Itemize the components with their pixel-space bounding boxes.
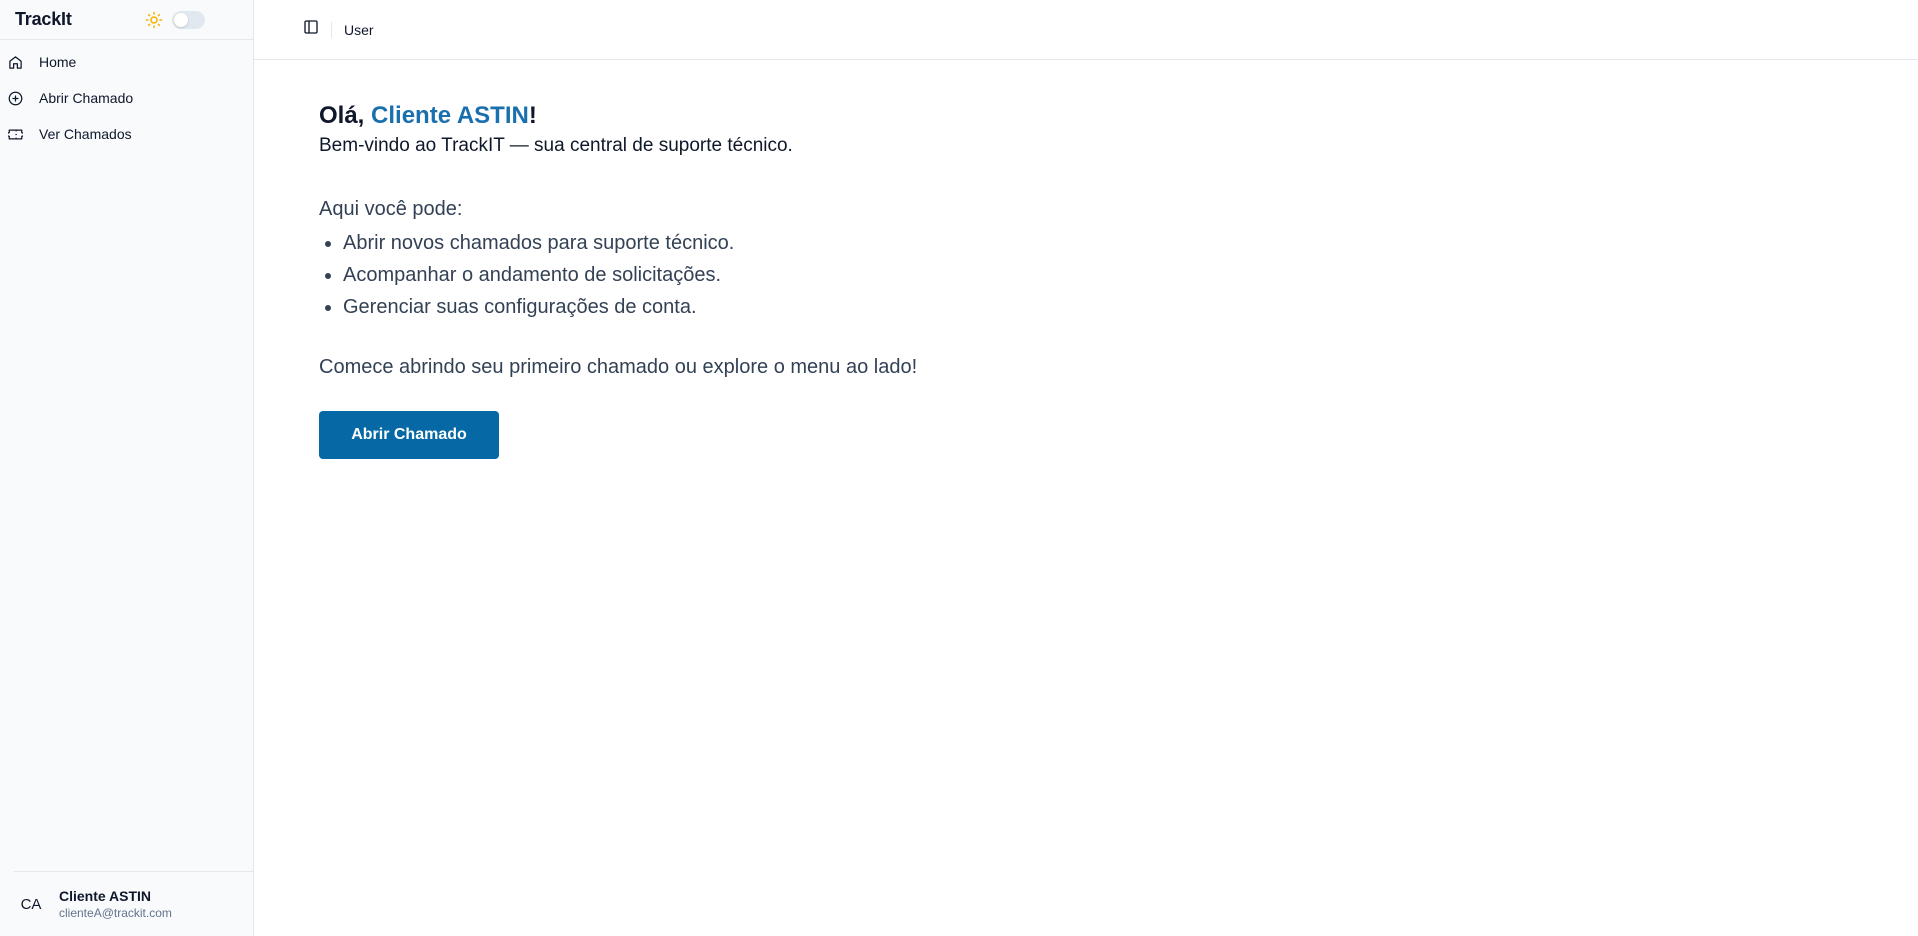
- ticket-icon: [7, 126, 23, 142]
- breadcrumb: User: [344, 21, 374, 38]
- sidebar-item-ver-chamados[interactable]: Ver Chamados: [0, 116, 253, 152]
- user-email: clienteA@trackit.com: [59, 906, 172, 920]
- cta-text: Comece abrindo seu primeiro chamado ou e…: [319, 356, 918, 378]
- list-item: Gerenciar suas configurações de conta.: [343, 291, 917, 323]
- sidebar-nav: Home Abrir Chamado Ver Chamados: [0, 40, 253, 152]
- user-info: Cliente ASTIN clienteA@trackit.com: [59, 887, 172, 921]
- home-icon: [7, 54, 23, 70]
- greeting-suffix: !: [528, 102, 537, 129]
- breadcrumb-separator: [331, 21, 332, 38]
- sidebar-toggle-button[interactable]: [299, 18, 323, 42]
- user-name: Cliente ASTIN: [59, 888, 152, 904]
- avatar: CA: [20, 895, 42, 913]
- features-intro: Aqui você pode:: [319, 198, 463, 220]
- theme-toggle-knob: [173, 12, 188, 27]
- plus-circle-icon: [7, 90, 23, 106]
- sun-icon: [144, 10, 164, 30]
- page-subtitle: Bem-vindo ao TrackIT — sua central de su…: [319, 135, 793, 156]
- top-bar: User: [254, 0, 1918, 60]
- features-list: Abrir novos chamados para suporte técnic…: [319, 227, 917, 323]
- app-root: TrackIt Home Abrir Chamado Ver Chamados …: [0, 0, 1918, 936]
- greeting-user-name: Cliente ASTIN: [371, 102, 529, 129]
- theme-controls: [144, 10, 205, 30]
- sidebar-item-label: Abrir Chamado: [39, 90, 134, 106]
- brand-logo[interactable]: TrackIt: [15, 9, 72, 30]
- page-title: Olá, Cliente ASTIN!: [319, 100, 917, 132]
- main-content: Olá, Cliente ASTIN! Bem-vindo ao TrackIT…: [319, 100, 917, 459]
- list-item: Abrir novos chamados para suporte técnic…: [343, 227, 917, 259]
- list-item: Acompanhar o andamento de solicitações.: [343, 259, 917, 291]
- sidebar-item-label: Home: [39, 54, 77, 70]
- abrir-chamado-button[interactable]: Abrir Chamado: [319, 411, 499, 459]
- theme-toggle[interactable]: [171, 10, 205, 29]
- panel-left-icon: [303, 19, 319, 40]
- sidebar-item-home[interactable]: Home: [0, 44, 253, 80]
- sidebar-item-abrir-chamado[interactable]: Abrir Chamado: [0, 80, 253, 116]
- user-menu[interactable]: CA Cliente ASTIN clienteA@trackit.com: [14, 871, 253, 936]
- sidebar: TrackIt Home Abrir Chamado Ver Chamados …: [0, 0, 254, 936]
- greeting-prefix: Olá,: [319, 102, 372, 129]
- sidebar-header: TrackIt: [0, 0, 253, 40]
- sidebar-item-label: Ver Chamados: [39, 126, 132, 142]
